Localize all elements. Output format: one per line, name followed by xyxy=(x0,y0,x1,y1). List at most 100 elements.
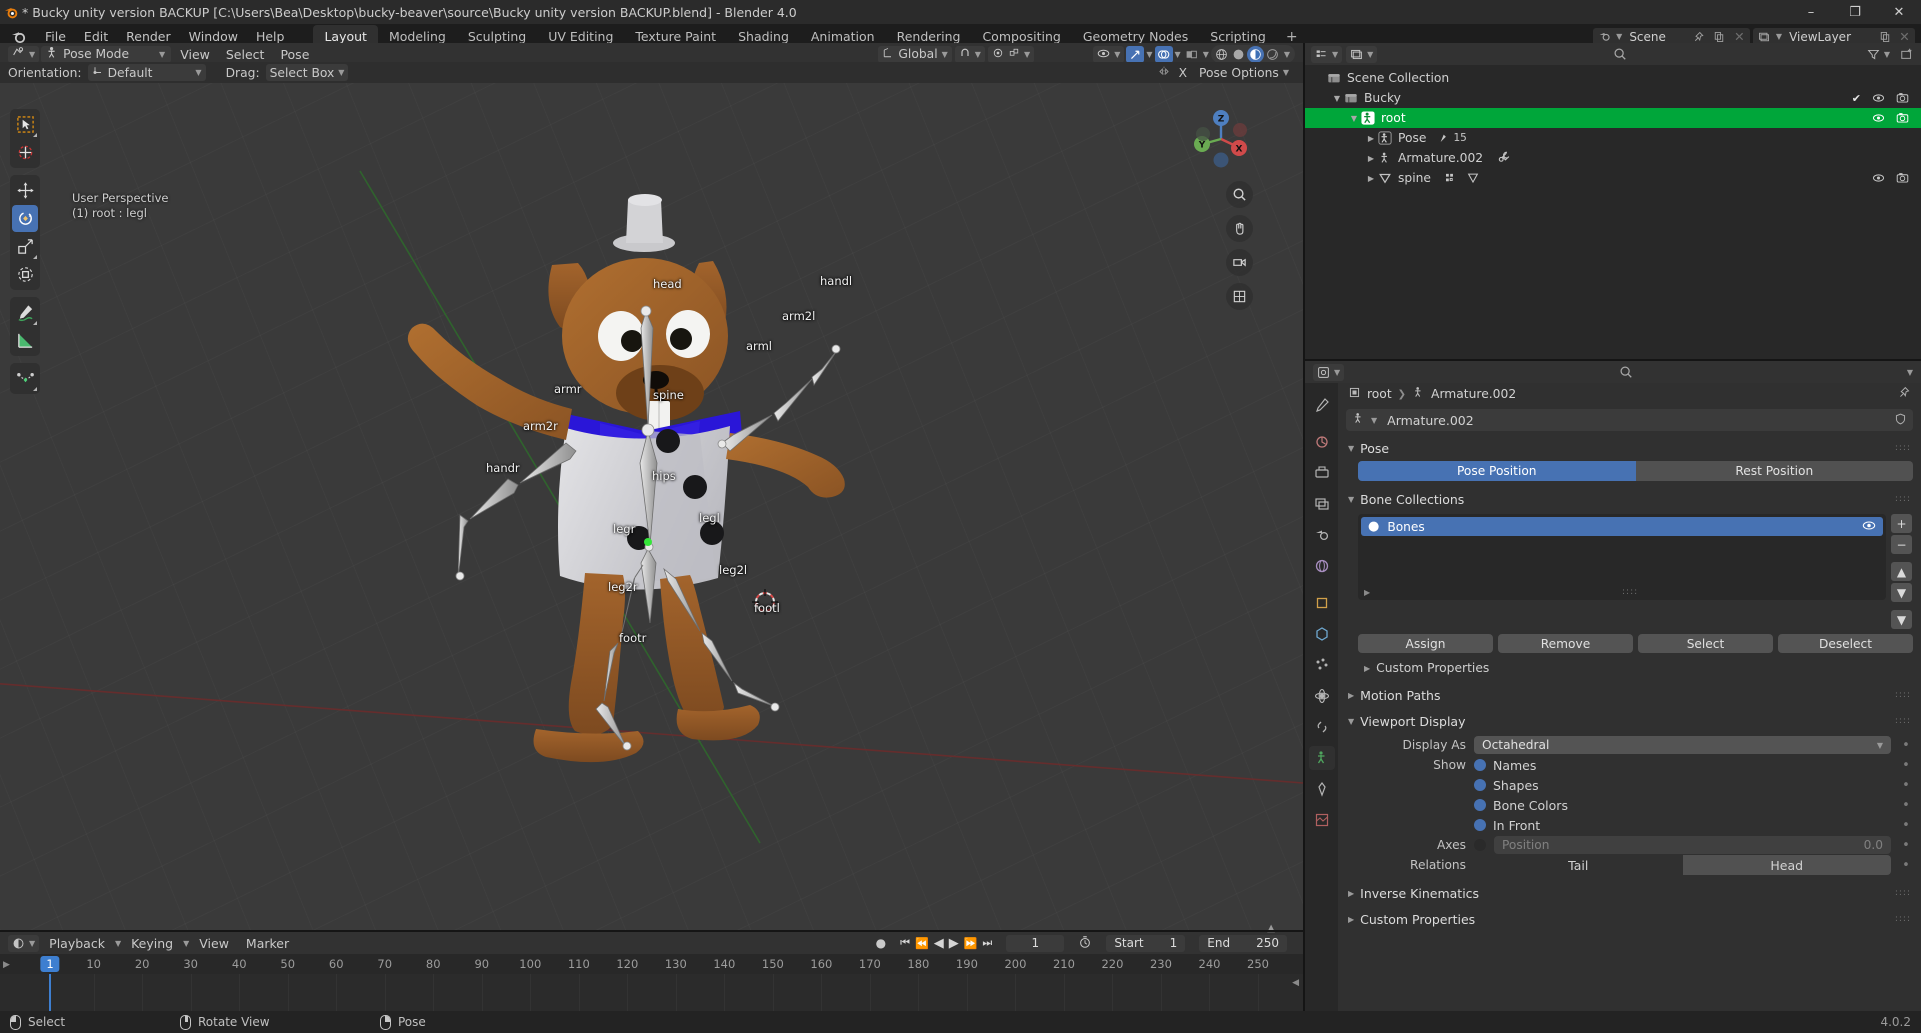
panel-drag-dots[interactable]: :::: xyxy=(1895,443,1911,453)
relations-animate-dot[interactable]: • xyxy=(1899,858,1913,873)
solid-shading-button[interactable] xyxy=(1230,46,1247,63)
timeline-editor-type[interactable]: ▼ xyxy=(8,934,40,952)
relations-head-button[interactable]: Head xyxy=(1682,855,1891,875)
proportional-edit-toggle[interactable]: ▼ xyxy=(987,45,1035,63)
object-mode-selector[interactable]: Pose Mode ▼ xyxy=(41,45,172,63)
properties-tab-object[interactable] xyxy=(1309,591,1335,615)
fake-user-shield-icon[interactable] xyxy=(1894,412,1907,429)
panel-header-viewport-display[interactable]: ▼ Viewport Display :::: xyxy=(1338,710,1921,732)
outliner-camera-icon[interactable] xyxy=(1896,112,1909,124)
pose-position-button[interactable]: Pose Position xyxy=(1358,461,1636,481)
jump-to-end-button[interactable]: ⏭ xyxy=(982,936,992,950)
outliner-mesh-data-icons[interactable] xyxy=(1445,172,1480,185)
previous-keyframe-button[interactable]: ⏪ xyxy=(915,937,929,950)
tool-cursor[interactable] xyxy=(12,139,38,166)
show-bone-colors-checkbox[interactable] xyxy=(1474,799,1486,811)
outliner-search-icon[interactable] xyxy=(1381,47,1859,61)
viewport-sidebar-collapse-icon[interactable]: ▲ xyxy=(1267,923,1275,934)
outliner-camera-icon[interactable] xyxy=(1896,172,1909,184)
shading-chevron-down-icon[interactable]: ▼ xyxy=(1281,50,1293,59)
panel-header-motion-paths[interactable]: ▶ Motion Paths :::: xyxy=(1338,684,1921,706)
outliner-disclosure-triangle[interactable]: ▶ xyxy=(1364,174,1378,183)
deselect-button[interactable]: Deselect xyxy=(1778,634,1913,653)
display-as-dropdown[interactable]: Octahedral ▼ xyxy=(1474,736,1891,754)
move-collection-down-button[interactable]: ▼ xyxy=(1891,583,1912,602)
outliner-editor[interactable]: ▼ ▼ ▼ Scene Collection ▼ Bucky ✔ ▼ root ▶ Pose 1… xyxy=(1305,43,1921,360)
properties-tab-texture[interactable] xyxy=(1309,808,1335,832)
armature-browse-chevron-down-icon[interactable]: ▼ xyxy=(1371,416,1377,425)
xray-chevron-down-icon[interactable]: ▼ xyxy=(1203,50,1209,59)
jump-to-start-button[interactable]: ⏮ xyxy=(900,936,910,950)
properties-tab-scene[interactable] xyxy=(1309,523,1335,547)
bone-collection-eye-icon[interactable] xyxy=(1862,520,1876,534)
outliner-row-spine[interactable]: ▶ spine xyxy=(1305,168,1921,188)
panel-header-bone-collections[interactable]: ▼ Bone Collections :::: xyxy=(1338,488,1921,510)
gizmo-toggle[interactable] xyxy=(1126,45,1145,63)
properties-options-chevron-down-icon[interactable]: ▼ xyxy=(1907,368,1913,377)
properties-search-icon[interactable] xyxy=(1350,365,1901,379)
timeline-playhead-label[interactable]: 1 xyxy=(40,956,60,972)
add-bone-collection-button[interactable]: + xyxy=(1891,514,1912,533)
properties-content[interactable]: root ❯ Armature.002 ▼ Armature.002 ▼ Pos… xyxy=(1338,383,1921,1023)
pan-hand-icon[interactable] xyxy=(1226,215,1253,242)
motion-paths-drag-dots[interactable]: :::: xyxy=(1895,690,1911,700)
assign-button[interactable]: Assign xyxy=(1358,634,1493,653)
properties-tab-view-layer[interactable] xyxy=(1309,492,1335,516)
show-bone-colors-animate-dot[interactable]: • xyxy=(1899,798,1913,813)
current-frame-field[interactable]: 1 xyxy=(1006,934,1065,952)
wireframe-shading-button[interactable] xyxy=(1213,46,1230,63)
timeline-track-area[interactable] xyxy=(0,974,1303,1011)
orientation-dropdown[interactable]: Default ▼ xyxy=(87,64,206,81)
timeline-editor[interactable]: ▼ Playback ▼ Keying ▼ View Marker ● ⏮ ⏪ … xyxy=(0,923,1303,1011)
tool-move[interactable] xyxy=(12,177,38,204)
move-collection-up-button[interactable]: ▲ xyxy=(1891,562,1912,581)
editor-splitter-right-horizontal[interactable] xyxy=(1305,359,1921,361)
3d-viewport[interactable]: head handl arm2l arml armr arm2r handr spine hip… xyxy=(0,83,1303,931)
timeline-ruler[interactable]: 10 20 30 40 50 60 70 80 90 100 110 120 130 140 150 160 1… xyxy=(0,954,1303,974)
use-preview-range-icon[interactable] xyxy=(1078,935,1092,952)
transform-orientation-selector[interactable]: Global ▼ xyxy=(878,45,952,63)
tool-breakdowner[interactable] xyxy=(12,365,38,392)
bone-collection-specials-menu[interactable]: ▼ xyxy=(1891,610,1912,629)
show-shapes-checkbox[interactable] xyxy=(1474,779,1486,791)
pose-options-dropdown[interactable]: Pose Options ▼ xyxy=(1195,64,1293,81)
show-names-animate-dot[interactable]: • xyxy=(1899,758,1913,773)
editor-splitter-vertical[interactable] xyxy=(1303,43,1305,1011)
gizmo-chevron-down-icon[interactable]: ▼ xyxy=(1146,50,1152,59)
properties-tab-tool[interactable] xyxy=(1309,393,1335,417)
show-in-front-animate-dot[interactable]: • xyxy=(1899,818,1913,833)
remove-button[interactable]: Remove xyxy=(1498,634,1633,653)
bone-collections-drag-dots[interactable]: :::: xyxy=(1895,494,1911,504)
auto-keying-icon[interactable]: ● xyxy=(876,936,886,950)
properties-tab-render[interactable] xyxy=(1309,430,1335,454)
outliner-row-armature-002[interactable]: ▶ Armature.002 xyxy=(1305,148,1921,168)
axes-position-field[interactable]: Position 0.0 xyxy=(1494,836,1891,854)
axes-animate-dot[interactable]: • xyxy=(1899,838,1913,853)
properties-tab-output[interactable] xyxy=(1309,461,1335,485)
bone-collections-list[interactable]: ● Bones ▶ :::: xyxy=(1358,514,1886,600)
properties-tab-object-data[interactable] xyxy=(1308,746,1335,770)
outliner-checkbox-icon[interactable]: ✔ xyxy=(1852,92,1861,105)
timeline-menu-view[interactable]: View xyxy=(192,934,236,953)
timeline-menu-marker[interactable]: Marker xyxy=(239,934,296,953)
material-preview-shading-button[interactable] xyxy=(1246,45,1264,63)
editor-type-selector[interactable]: ▼ xyxy=(8,45,40,63)
panel-header-inverse-kinematics[interactable]: ▶ Inverse Kinematics :::: xyxy=(1338,882,1921,904)
bone-collections-custom-properties[interactable]: ▶ Custom Properties xyxy=(1338,658,1921,678)
list-expand-triangle-icon[interactable]: ▶ xyxy=(1364,588,1370,597)
timeline-sidebar-toggle[interactable]: ▶ xyxy=(3,960,10,970)
outliner-row-bucky[interactable]: ▼ Bucky ✔ xyxy=(1305,88,1921,108)
show-in-front-checkbox[interactable] xyxy=(1474,819,1486,831)
next-keyframe-button[interactable]: ⏩ xyxy=(964,937,978,950)
overlays-toggle[interactable] xyxy=(1154,45,1173,63)
viewport-menu-pose[interactable]: Pose xyxy=(273,45,316,64)
properties-tab-physics[interactable] xyxy=(1309,684,1335,708)
timeline-right-toggle[interactable]: ◀ xyxy=(1292,978,1299,988)
outliner-display-mode[interactable]: ▼ xyxy=(1346,45,1378,63)
display-as-animate-dot[interactable]: • xyxy=(1899,738,1913,753)
tool-transform[interactable] xyxy=(12,261,38,288)
pin-id-icon[interactable] xyxy=(1898,386,1911,402)
outliner-filter-button[interactable]: ▼ xyxy=(1863,46,1894,63)
start-frame-field[interactable]: Start 1 xyxy=(1106,934,1186,952)
breadcrumb-object[interactable]: root xyxy=(1367,387,1392,401)
